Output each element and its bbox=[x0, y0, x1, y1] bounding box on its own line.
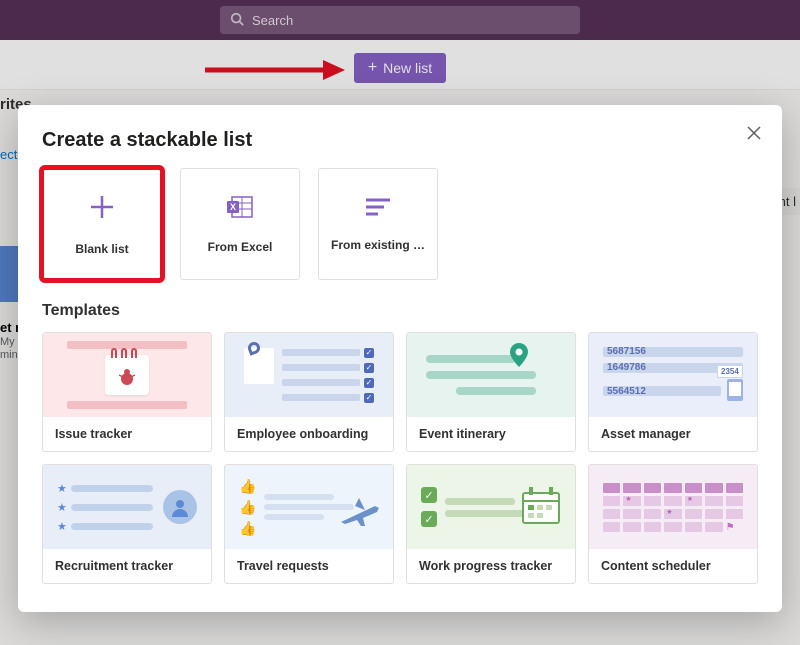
thumbs-up-icon: 👍 bbox=[239, 478, 256, 495]
template-label: Asset manager bbox=[589, 417, 757, 451]
svg-text:X: X bbox=[230, 202, 236, 212]
airplane-icon bbox=[335, 496, 383, 532]
close-button[interactable] bbox=[744, 123, 764, 143]
thumbs-up-icon: 👍 bbox=[239, 520, 256, 537]
template-preview: ✓ ✓ bbox=[407, 465, 575, 549]
bug-icon bbox=[117, 367, 137, 387]
search-input[interactable] bbox=[252, 13, 570, 28]
excel-icon: X bbox=[226, 195, 254, 224]
template-preview bbox=[407, 333, 575, 417]
device-icon bbox=[727, 379, 743, 401]
calendar-icon bbox=[521, 487, 561, 525]
create-option-label: Blank list bbox=[69, 242, 134, 256]
template-preview: ★ ★ ★ bbox=[43, 465, 211, 549]
create-option-blank[interactable]: Blank list bbox=[42, 168, 162, 280]
asset-number: 1649786 bbox=[607, 362, 646, 373]
template-preview: 👍 👍 👍 bbox=[225, 465, 393, 549]
star-icon: ★ bbox=[57, 482, 67, 495]
create-options-row: Blank list X From Excel From existing … bbox=[42, 168, 758, 280]
templates-grid: Issue tracker ✓ ✓ ✓ ✓ Employee onboardin… bbox=[42, 332, 758, 584]
template-label: Employee onboarding bbox=[225, 417, 393, 451]
template-travel-requests[interactable]: 👍 👍 👍 Travel requests bbox=[224, 464, 394, 584]
template-issue-tracker[interactable]: Issue tracker bbox=[42, 332, 212, 452]
search-box[interactable] bbox=[220, 6, 580, 34]
avatar-icon bbox=[163, 490, 197, 524]
asset-number: 5564512 bbox=[607, 386, 646, 397]
create-list-modal: Create a stackable list Blank list X Fro… bbox=[18, 105, 782, 612]
template-label: Event itinerary bbox=[407, 417, 575, 451]
template-label: Content scheduler bbox=[589, 549, 757, 583]
template-label: Recruitment tracker bbox=[43, 549, 211, 583]
create-option-existing[interactable]: From existing … bbox=[318, 168, 438, 280]
star-icon: ★ bbox=[57, 501, 67, 514]
template-label: Work progress tracker bbox=[407, 549, 575, 583]
template-content-scheduler[interactable]: ⚑ Content scheduler bbox=[588, 464, 758, 584]
star-icon: ★ bbox=[57, 520, 67, 533]
asset-tag: 2354 bbox=[717, 365, 743, 378]
template-employee-onboarding[interactable]: ✓ ✓ ✓ ✓ Employee onboarding bbox=[224, 332, 394, 452]
template-label: Travel requests bbox=[225, 549, 393, 583]
template-preview bbox=[43, 333, 211, 417]
create-option-label: From Excel bbox=[202, 240, 279, 254]
asset-number: 5687156 bbox=[607, 346, 646, 357]
thumbs-up-icon: 👍 bbox=[239, 499, 256, 516]
template-preview: ✓ ✓ ✓ ✓ bbox=[225, 333, 393, 417]
create-option-label: From existing … bbox=[325, 238, 431, 252]
template-recruitment-tracker[interactable]: ★ ★ ★ Recruitment tracker bbox=[42, 464, 212, 584]
template-preview: ⚑ bbox=[589, 465, 757, 549]
template-work-progress-tracker[interactable]: ✓ ✓ Work progress tracker bbox=[406, 464, 576, 584]
template-preview: 5687156 1649786 5564512 2354 bbox=[589, 333, 757, 417]
checkbox-icon: ✓ bbox=[421, 511, 437, 527]
list-icon bbox=[364, 197, 392, 222]
close-icon bbox=[747, 126, 761, 140]
flag-icon: ⚑ bbox=[726, 522, 735, 533]
modal-title: Create a stackable list bbox=[42, 129, 758, 152]
app-topbar bbox=[0, 0, 800, 40]
template-event-itinerary[interactable]: Event itinerary bbox=[406, 332, 576, 452]
templates-heading: Templates bbox=[42, 302, 758, 320]
search-icon bbox=[230, 12, 244, 29]
plus-large-icon bbox=[88, 193, 116, 226]
create-option-excel[interactable]: X From Excel bbox=[180, 168, 300, 280]
map-pin-icon bbox=[510, 343, 528, 372]
template-label: Issue tracker bbox=[43, 417, 211, 451]
checkbox-icon: ✓ bbox=[421, 487, 437, 503]
template-asset-manager[interactable]: 5687156 1649786 5564512 2354 Asset manag… bbox=[588, 332, 758, 452]
